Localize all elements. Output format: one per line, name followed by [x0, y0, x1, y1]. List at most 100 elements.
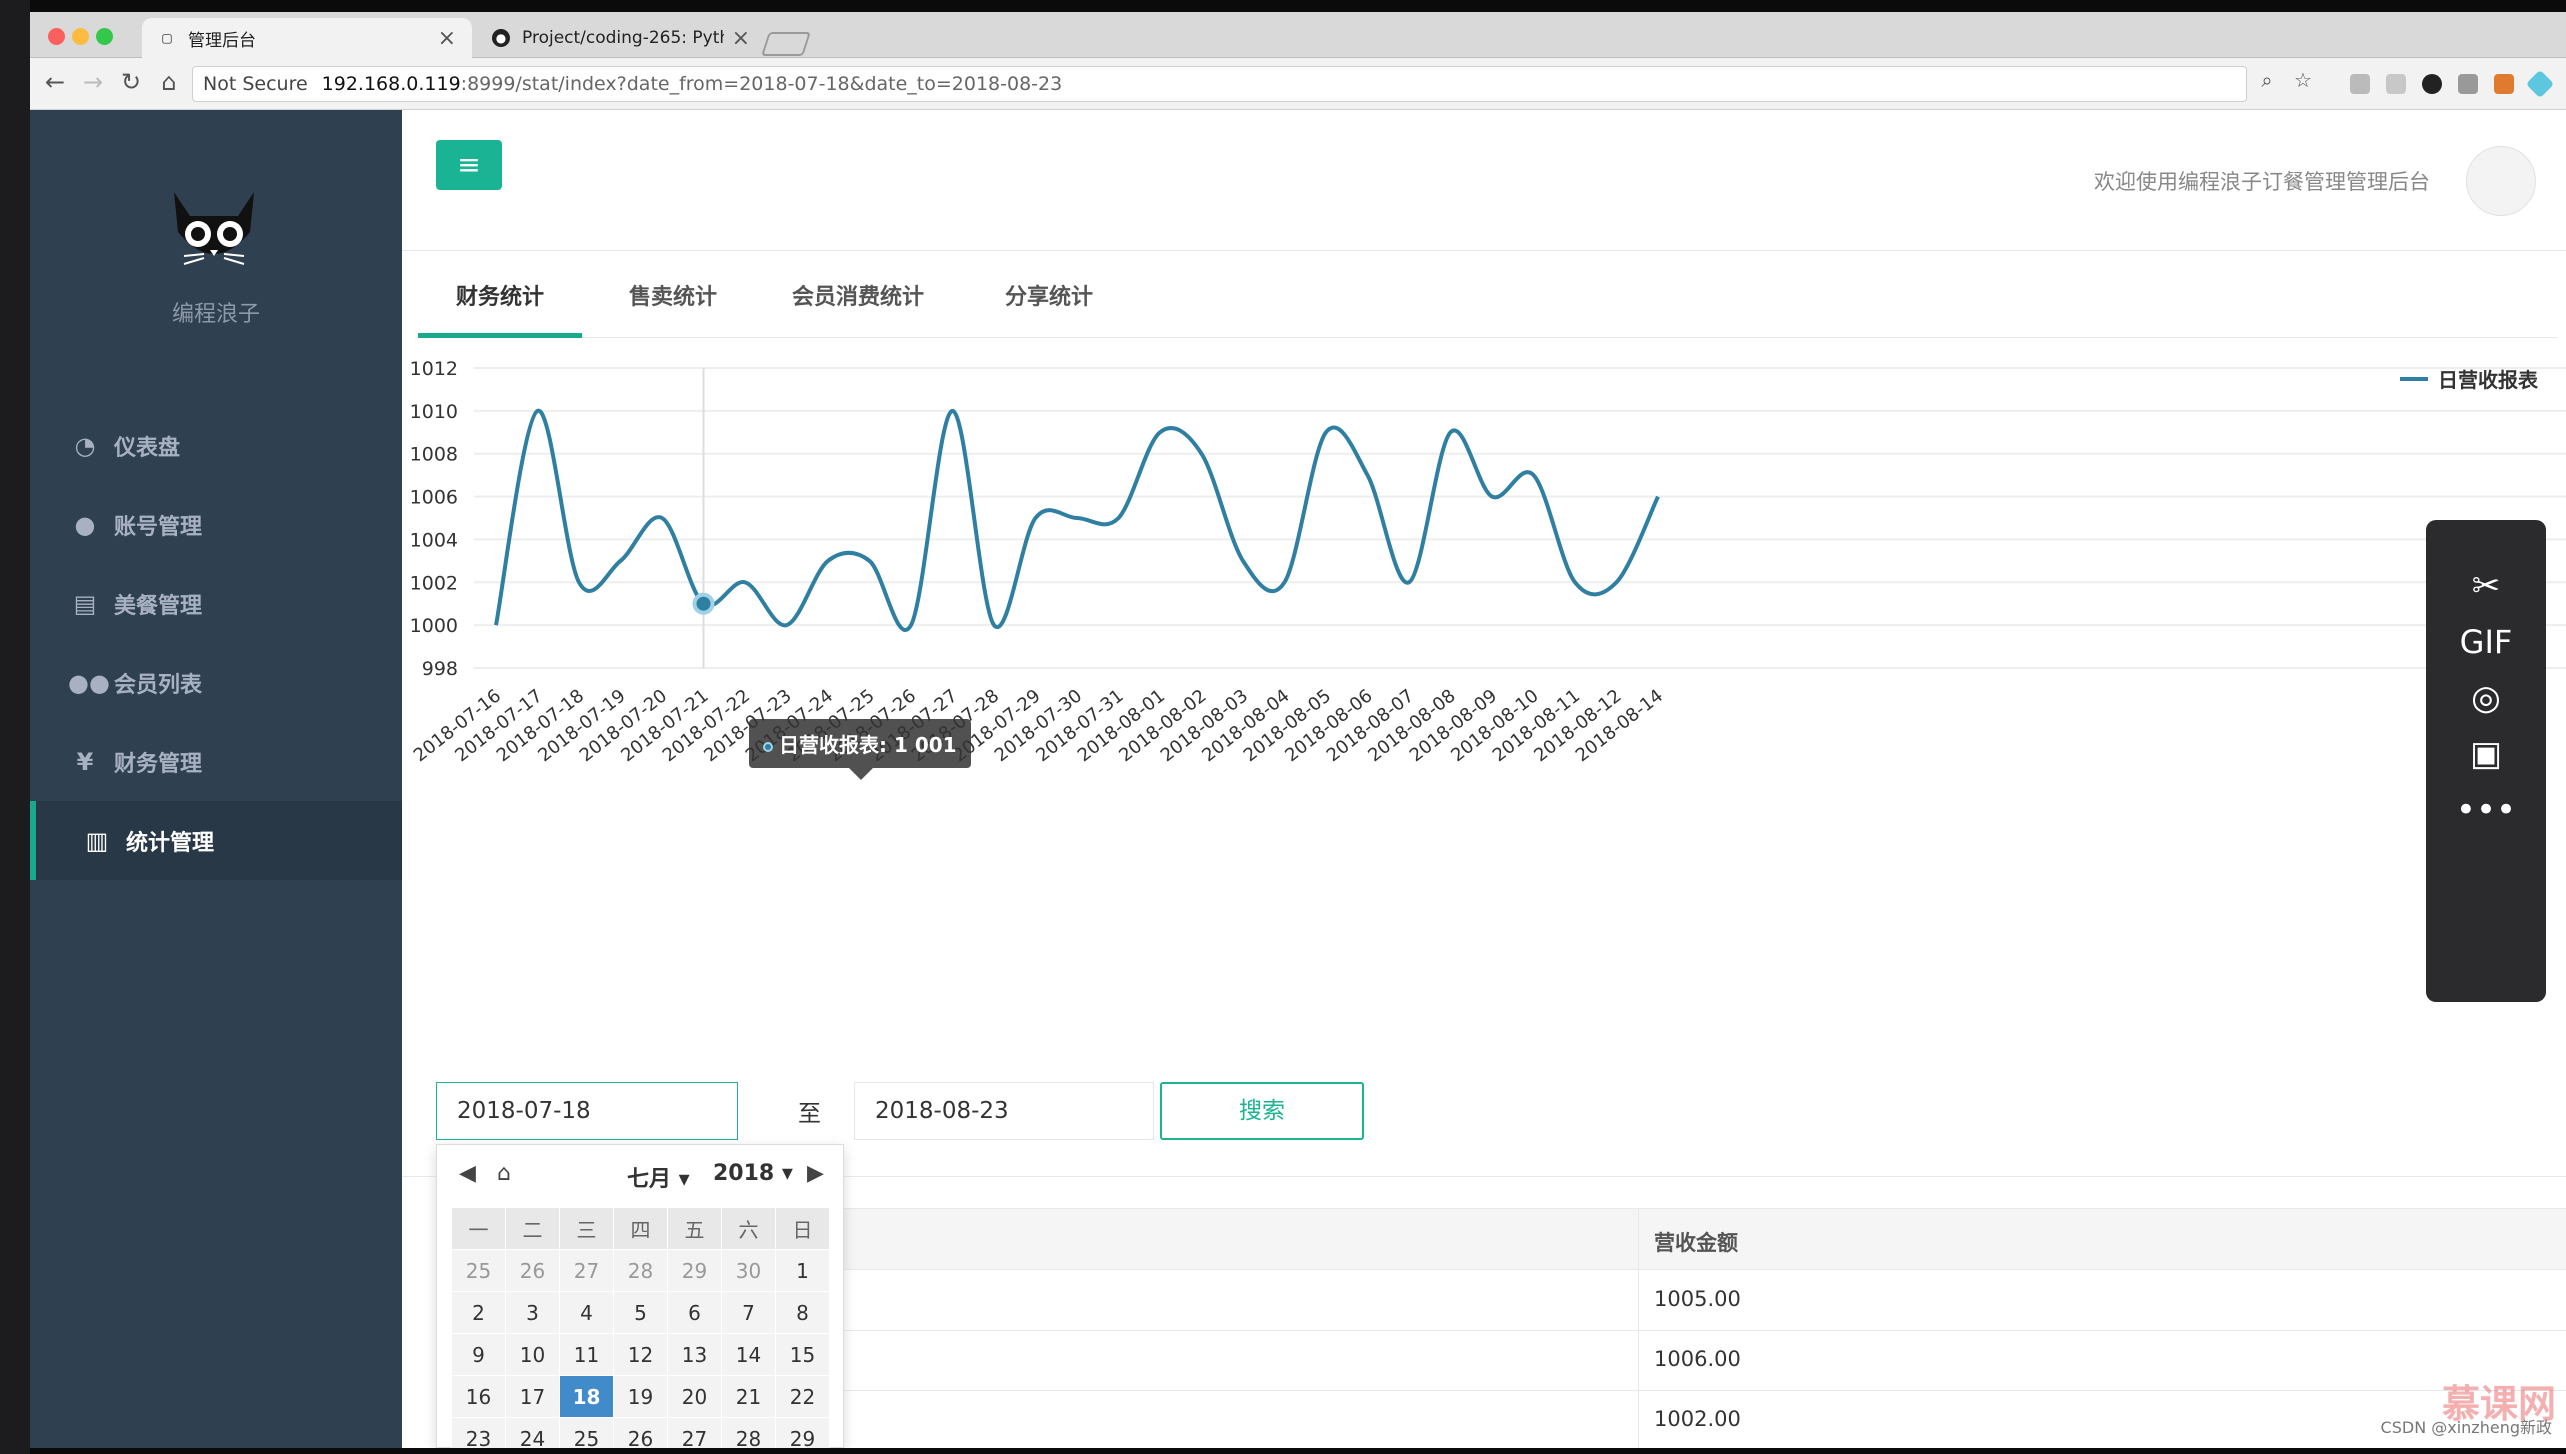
calendar-day[interactable]: 26 — [505, 1249, 560, 1292]
y-tick-label: 1008 — [410, 444, 458, 466]
more-icon[interactable]: ••• — [2426, 780, 2546, 840]
table-cell-amount: 1006.00 — [1654, 1347, 1741, 1371]
new-tab-button[interactable] — [761, 32, 811, 56]
reload-icon[interactable]: ↻ — [116, 68, 146, 96]
calendar-day[interactable]: 14 — [721, 1333, 776, 1376]
bar-chart-icon: ▥ — [85, 826, 109, 855]
datepicker-header: ◀ ⌂ 七月 ▾ 2018 ▾ ▶ — [437, 1145, 843, 1205]
calendar-day[interactable]: 24 — [505, 1417, 560, 1448]
close-window-button[interactable] — [48, 28, 65, 45]
calendar-day[interactable]: 27 — [559, 1249, 614, 1292]
close-tab-icon[interactable]: × — [732, 26, 750, 51]
menu-toggle-button[interactable]: ≡ — [436, 140, 502, 190]
maximize-window-button[interactable] — [96, 28, 113, 45]
avatar[interactable] — [2466, 146, 2536, 216]
calendar-day-selected[interactable]: 18 — [559, 1375, 614, 1418]
calendar-day[interactable]: 3 — [505, 1291, 560, 1334]
calendar-day[interactable]: 28 — [721, 1417, 776, 1448]
calendar-day[interactable]: 4 — [559, 1291, 614, 1334]
browser-window: ▢ 管理后台 × ● Project/coding-265: Python Fl… — [30, 12, 2566, 1448]
calendar-day[interactable]: 16 — [451, 1375, 506, 1418]
calendar-day[interactable]: 28 — [613, 1249, 668, 1292]
sidebar-item-accounts[interactable]: ● 账号管理 — [30, 485, 402, 564]
calendar-day[interactable]: 22 — [775, 1375, 830, 1418]
tab-project[interactable]: ● Project/coding-265: Python Fl × — [476, 18, 766, 58]
tab-finance-stat[interactable]: 财务统计 — [418, 270, 582, 338]
record-icon[interactable]: ◎ — [2426, 668, 2546, 728]
tab-share-stat[interactable]: 分享统计 — [974, 270, 1124, 338]
calendar-day[interactable]: 26 — [613, 1417, 668, 1448]
calendar-day[interactable]: 27 — [667, 1417, 722, 1448]
prev-month-icon[interactable]: ◀ — [459, 1161, 476, 1186]
home-icon[interactable]: ⌂ — [154, 68, 184, 96]
coding-icon: ● — [492, 29, 510, 47]
year-select[interactable]: 2018 ▾ — [713, 1161, 793, 1186]
calendar-day[interactable]: 30 — [721, 1249, 776, 1292]
sidebar-item-statistics[interactable]: ▥ 统计管理 — [30, 801, 402, 880]
shield-icon[interactable] — [2386, 74, 2406, 94]
y-tick-label: 1012 — [410, 358, 458, 380]
calendar-day[interactable]: 19 — [613, 1375, 668, 1418]
y-tick-label: 1006 — [410, 487, 458, 509]
extension-orange-icon[interactable] — [2494, 74, 2514, 94]
date-to-input[interactable]: 2018-08-23 — [854, 1082, 1154, 1140]
chart-tooltip: 日营收报表: 1 001 — [749, 719, 971, 780]
close-tab-icon[interactable]: × — [438, 26, 456, 51]
tab-admin[interactable]: ▢ 管理后台 × — [142, 18, 472, 58]
gif-button[interactable]: GIF — [2426, 612, 2546, 672]
forward-icon[interactable]: → — [78, 68, 108, 96]
revenue-line-chart[interactable]: 99810001002100410061008101010122018-07-1… — [402, 350, 2566, 1070]
highlighted-point — [692, 592, 715, 615]
calendar-day[interactable]: 15 — [775, 1333, 830, 1376]
y-tick-label: 1000 — [410, 615, 458, 637]
search-button[interactable]: 搜索 — [1160, 1082, 1364, 1140]
calendar-day[interactable]: 8 — [775, 1291, 830, 1334]
main-content: ≡ 欢迎使用编程浪子订餐管理管理后台 财务统计 售卖统计 会员消费统计 分享统计… — [402, 110, 2566, 1448]
calendar-day[interactable]: 20 — [667, 1375, 722, 1418]
y-tick-label: 1004 — [410, 529, 458, 551]
calendar-day[interactable]: 5 — [613, 1291, 668, 1334]
month-select[interactable]: 七月 ▾ — [627, 1161, 690, 1193]
extension-icon[interactable] — [2350, 74, 2370, 94]
extension-grey-icon[interactable] — [2458, 74, 2478, 94]
calendar-day[interactable]: 12 — [613, 1333, 668, 1376]
sidebar-item-food[interactable]: ▤ 美餐管理 — [30, 564, 402, 643]
scissors-icon[interactable]: ✂ — [2426, 556, 2546, 616]
calendar-day[interactable]: 25 — [559, 1417, 614, 1448]
screenshot-icon[interactable]: ▣ — [2426, 724, 2546, 784]
next-month-icon[interactable]: ▶ — [807, 1161, 824, 1186]
header-divider — [402, 250, 2566, 251]
calendar-day[interactable]: 1 — [775, 1249, 830, 1292]
calendar-day[interactable]: 7 — [721, 1291, 776, 1334]
calendar-day[interactable]: 21 — [721, 1375, 776, 1418]
datepicker-popup: ◀ ⌂ 七月 ▾ 2018 ▾ ▶ 一二三四五六日 25 26 27 28 29 30 1 2 3… — [436, 1144, 844, 1448]
minimize-window-button[interactable] — [72, 28, 89, 45]
calendar-day[interactable]: 11 — [559, 1333, 614, 1376]
calendar-day[interactable]: 6 — [667, 1291, 722, 1334]
calendar-day[interactable]: 23 — [451, 1417, 506, 1448]
weekday-row: 一二三四五六日 — [451, 1207, 830, 1250]
calendar-day[interactable]: 13 — [667, 1333, 722, 1376]
url-field[interactable]: Not Secure 192.168.0.119 :8999/stat/inde… — [192, 66, 2247, 102]
zoom-icon[interactable]: ⌕ — [2252, 68, 2282, 92]
calendar-day[interactable]: 29 — [667, 1249, 722, 1292]
extension-diamond-icon[interactable] — [2525, 69, 2555, 99]
sidebar-item-members[interactable]: ●● 会员列表 — [30, 643, 402, 722]
calendar-day[interactable]: 10 — [505, 1333, 560, 1376]
tab-title: Project/coding-265: Python Fl — [522, 28, 724, 48]
row-divider — [552, 1330, 2566, 1331]
calendar-day[interactable]: 2 — [451, 1291, 506, 1334]
sidebar-item-dashboard[interactable]: ◔ 仪表盘 — [30, 406, 402, 485]
calendar-day[interactable]: 17 — [505, 1375, 560, 1418]
home-icon[interactable]: ⌂ — [497, 1161, 511, 1186]
tab-member-stat[interactable]: 会员消费统计 — [758, 270, 958, 338]
back-icon[interactable]: ← — [40, 68, 70, 96]
calendar-day[interactable]: 25 — [451, 1249, 506, 1292]
calendar-day[interactable]: 29 — [775, 1417, 830, 1448]
bookmark-star-icon[interactable]: ☆ — [2288, 68, 2318, 92]
date-from-input[interactable]: 2018-07-18 — [436, 1082, 738, 1140]
calendar-day[interactable]: 9 — [451, 1333, 506, 1376]
sidebar-item-finance[interactable]: ¥ 财务管理 — [30, 722, 402, 801]
tab-sales-stat[interactable]: 售卖统计 — [598, 270, 748, 338]
extension-dark-icon[interactable] — [2422, 74, 2442, 94]
